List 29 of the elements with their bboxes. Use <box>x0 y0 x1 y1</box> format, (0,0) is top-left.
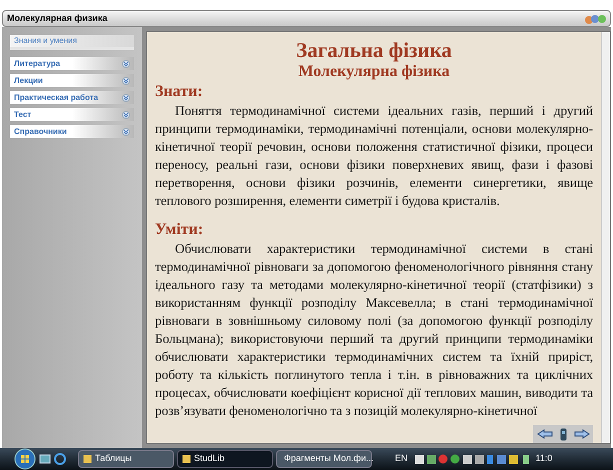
chevron-icon <box>122 128 130 136</box>
clock: 11:0 <box>536 452 552 466</box>
taskbar-button[interactable]: Фрагменты Мол.фи... <box>276 450 372 468</box>
start-orb-icon[interactable] <box>14 448 36 470</box>
forward-arrow-icon[interactable] <box>574 429 590 439</box>
sidebar-item[interactable]: Тест <box>10 108 134 121</box>
chevron-icon <box>122 60 130 68</box>
page-title: Загальна фізика <box>295 38 453 62</box>
taskbar-button[interactable]: Таблицы <box>78 450 174 468</box>
language-indicator[interactable]: EN <box>395 452 408 466</box>
sidebar-item[interactable]: Справочники <box>10 125 134 138</box>
sidebar-item[interactable]: Лекции <box>10 74 134 87</box>
section-paragraph: Обчислювати характеристики термодинамічної системи в стані термодинамічної рівноваги за допомогою феноменологічного рівняння стану ідеального газу та методами молекулярно-кінетичної теорії (статфізики) з використанням функції розподілу Максевелла; в стані термодинамічної рівноваги в зовнішньому силовому полі (за допомогою функції розподілу Больцмана); використовуючи перший та другий принципи термодинаміки обчислювати характеристики термодинамічних систем та їхній приріст, роботу та кількість поглинутого тепла і т.ін. в рівноважних та циклічних процесах, обчислювати коефіцієнт корисної дії теплових машин, виводити та розв’язувати феноменологічно та з позицій молекулярно-кінетичної <box>155 240 593 420</box>
scrollbar[interactable] <box>601 32 610 443</box>
sidebar-item[interactable]: Литература <box>10 57 134 70</box>
taskbar-button[interactable]: StudLib <box>177 450 273 468</box>
chevron-icon <box>122 110 130 118</box>
back-arrow-icon[interactable] <box>536 429 552 439</box>
page-subtitle: Молекулярна фізика <box>297 62 451 82</box>
section-paragraph: Поняття термодинамічної системи ідеальних газів, перший і другий принципи термодинаміки, термодинамічні потенціали, основи молекулярно-кінетичної теорії речовин, основи положення статистичної фізики, процеси переносу, реальні гази, основи фізики поверхневих явищ, фази і фазові перетворення, основи фізики розчинів, елементи синергетики, явище теплового розширення, елементи симетрії і будова кристалів. <box>155 102 593 210</box>
section-heading: Знати: <box>155 82 204 102</box>
chevron-icon <box>122 94 130 102</box>
sidebar-item[interactable]: Знания и умения <box>10 35 134 50</box>
chevron-icon <box>122 76 130 84</box>
sidebar-item[interactable]: Практическая работа <box>10 91 134 104</box>
desktop-icon[interactable] <box>39 453 51 465</box>
section-heading: Уміти: <box>155 220 204 240</box>
window-title: Молекулярная физика <box>7 12 108 25</box>
browser-icon[interactable] <box>54 453 66 465</box>
